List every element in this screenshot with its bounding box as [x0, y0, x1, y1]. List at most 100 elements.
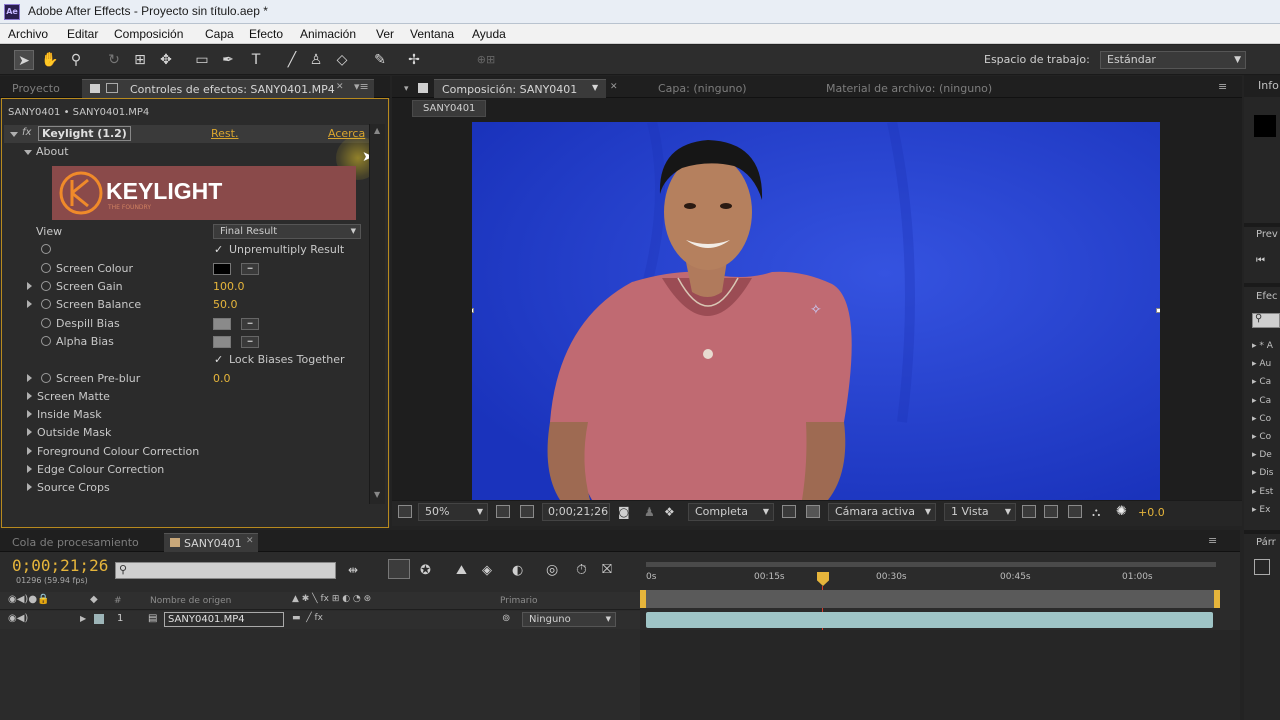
menu-composicion[interactable]: Composición: [114, 27, 183, 41]
tab-layer[interactable]: Capa: (ninguno): [650, 79, 755, 98]
channel-rgb-icon[interactable]: ❖: [664, 505, 675, 519]
work-area-end-handle[interactable]: [1214, 590, 1220, 608]
workspace-select[interactable]: Estándar ▼: [1100, 51, 1246, 69]
hide-shy-layers-icon[interactable]: ✪: [420, 563, 431, 578]
tab-effects-presets[interactable]: Efec: [1256, 291, 1278, 302]
timeline-link-icon[interactable]: [1068, 505, 1082, 518]
draft-3d-icon[interactable]: [388, 559, 410, 579]
group-edge-colour-correction[interactable]: Edge Colour Correction: [0, 461, 380, 479]
parent-column[interactable]: Primario: [500, 596, 537, 606]
transparency-grid-icon[interactable]: [806, 505, 820, 518]
panel-menu-icon[interactable]: ▾≡: [354, 80, 369, 93]
eyedropper-icon[interactable]: ━: [241, 318, 259, 330]
always-preview-icon[interactable]: [398, 505, 412, 518]
close-tab-icon[interactable]: ✕: [246, 536, 254, 546]
anchor-point-icon[interactable]: ✧: [810, 302, 822, 318]
stopwatch-icon[interactable]: [41, 263, 51, 273]
screen-preblur-value[interactable]: 0.0: [213, 372, 231, 385]
layer-switches[interactable]: ▬ ╱ fx: [292, 613, 323, 623]
timeline-current-time[interactable]: 0;00;21;26: [12, 556, 108, 575]
menu-ventana[interactable]: Ventana: [410, 27, 454, 41]
expand-icon[interactable]: [27, 428, 32, 436]
work-area-region[interactable]: [642, 590, 1220, 608]
mask-visibility-icon[interactable]: [520, 505, 534, 518]
pick-whip-icon[interactable]: ⊚: [502, 613, 510, 624]
group-screen-matte[interactable]: Screen Matte: [0, 388, 380, 406]
eraser-tool-icon[interactable]: ◇: [332, 50, 352, 70]
brush-tool-icon[interactable]: ╱: [282, 50, 302, 70]
align-left-icon[interactable]: [1254, 559, 1270, 575]
fx-icon[interactable]: fx: [22, 127, 31, 138]
layer-duration-bar[interactable]: [646, 612, 1213, 628]
rotate-tool-icon[interactable]: ↻: [104, 50, 124, 70]
unpremultiply-checkbox[interactable]: ✓: [214, 243, 223, 256]
effect-header-row[interactable]: fx Keylight (1.2) Rest. Acerca: [4, 125, 374, 143]
tab-project[interactable]: Proyecto: [4, 79, 68, 98]
effects-category-list[interactable]: ▸ * A ▸ Au ▸ Ca ▸ Ca ▸ Co ▸ Co ▸ De ▸ Dis ▸ Est ▸…: [1252, 337, 1274, 519]
snapping-icon[interactable]: ⊕⊞: [476, 50, 496, 70]
stopwatch-icon[interactable]: [41, 318, 51, 328]
video-switch-icon[interactable]: ⛝: [602, 562, 612, 577]
transform-handle[interactable]: [1156, 308, 1160, 313]
panel-lock-icon[interactable]: [90, 84, 100, 93]
work-area-bar[interactable]: [646, 562, 1216, 567]
resolution-select[interactable]: Completa ▼: [688, 503, 774, 521]
layer-name[interactable]: SANY0401.MP4: [164, 612, 284, 627]
brainstorm-icon[interactable]: ◐: [512, 563, 523, 578]
tab-info[interactable]: Info: [1258, 79, 1279, 92]
layer-visibility-icon[interactable]: ◉◀): [8, 613, 28, 624]
view-select[interactable]: Final Result ▼: [213, 224, 361, 239]
stopwatch-icon[interactable]: [41, 373, 51, 383]
lock-biases-checkbox[interactable]: ✓: [214, 353, 223, 366]
group-foreground-colour-correction[interactable]: Foreground Colour Correction: [0, 443, 380, 461]
panel-menu-icon[interactable]: ≡: [1208, 534, 1217, 547]
exposure-icon[interactable]: ✺: [1116, 504, 1127, 519]
expand-icon[interactable]: [27, 410, 32, 418]
expand-icon[interactable]: [27, 282, 32, 290]
magnification-select[interactable]: 50% ▼: [418, 503, 488, 521]
first-frame-icon[interactable]: ⏮: [1256, 255, 1265, 266]
stopwatch-icon[interactable]: [41, 281, 51, 291]
motion-blur-icon[interactable]: ◈: [482, 563, 492, 578]
menu-ayuda[interactable]: Ayuda: [472, 27, 506, 41]
expand-layer-icon[interactable]: ▶: [80, 614, 86, 623]
tab-effect-controls[interactable]: Controles de efectos: SANY0401.MP4: [82, 79, 374, 98]
text-tool-icon[interactable]: T: [246, 50, 266, 70]
stopwatch-icon[interactable]: [41, 299, 51, 309]
work-area-start-handle[interactable]: [640, 590, 646, 608]
toggle-pixel-aspect-icon[interactable]: [1022, 505, 1036, 518]
menu-archivo[interactable]: Archivo: [8, 27, 48, 41]
effects-search-input[interactable]: ⚲: [1252, 313, 1280, 328]
tab-composition[interactable]: Composición: SANY0401 ▼: [434, 79, 606, 98]
group-inside-mask[interactable]: Inside Mask: [0, 406, 380, 424]
despill-bias-swatch[interactable]: [213, 318, 231, 330]
exposure-value[interactable]: +0.0: [1138, 506, 1165, 519]
graph-editor-icon[interactable]: ◎: [546, 562, 558, 578]
label-tag-icon[interactable]: ◆: [90, 594, 98, 605]
expand-icon[interactable]: [27, 392, 32, 400]
rectangle-tool-icon[interactable]: ▭: [192, 50, 212, 70]
source-name-column[interactable]: Nombre de origen: [150, 596, 231, 606]
show-snapshot-icon[interactable]: ♟: [644, 505, 655, 519]
stopwatch-icon[interactable]: [41, 244, 51, 254]
tab-footage[interactable]: Material de archivo: (ninguno): [818, 79, 1000, 98]
zoom-tool-icon[interactable]: ⚲: [66, 50, 86, 70]
menu-capa[interactable]: Capa: [205, 27, 234, 41]
fast-previews-icon[interactable]: [1044, 505, 1058, 518]
layer-label-color[interactable]: [94, 614, 104, 624]
hand-tool-icon[interactable]: ✋: [40, 50, 60, 70]
transform-handle[interactable]: [472, 308, 474, 313]
expand-icon[interactable]: [24, 150, 32, 155]
current-time-display[interactable]: 0;00;21;26: [542, 503, 610, 521]
screen-gain-value[interactable]: 100.0: [213, 280, 245, 293]
reset-link[interactable]: Rest.: [211, 127, 238, 140]
composition-frame[interactable]: ✧: [472, 122, 1160, 500]
screen-balance-value[interactable]: 50.0: [213, 298, 238, 311]
parent-select[interactable]: Ninguno ▼: [522, 612, 616, 627]
scroll-up-icon[interactable]: ▲: [374, 126, 380, 135]
region-of-interest-icon[interactable]: [782, 505, 796, 518]
menu-animacion[interactable]: Animación: [300, 27, 356, 41]
group-outside-mask[interactable]: Outside Mask: [0, 424, 380, 442]
camera-view-select[interactable]: Cámara activa ▼: [828, 503, 936, 521]
menu-editar[interactable]: Editar: [67, 27, 98, 41]
